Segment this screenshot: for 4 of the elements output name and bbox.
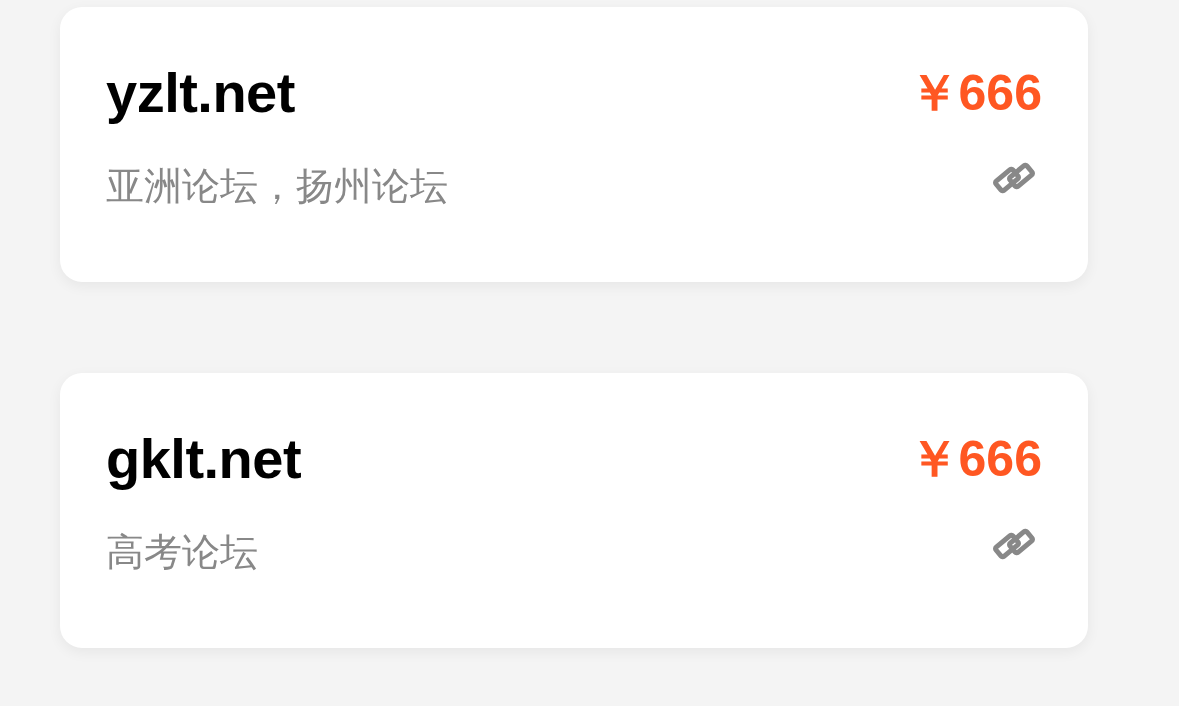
price: ￥666 (908, 68, 1042, 118)
domain-description: 高考论坛 (106, 533, 258, 571)
domain-description: 亚洲论坛，扬州论坛 (106, 167, 448, 205)
price: ￥666 (908, 434, 1042, 484)
